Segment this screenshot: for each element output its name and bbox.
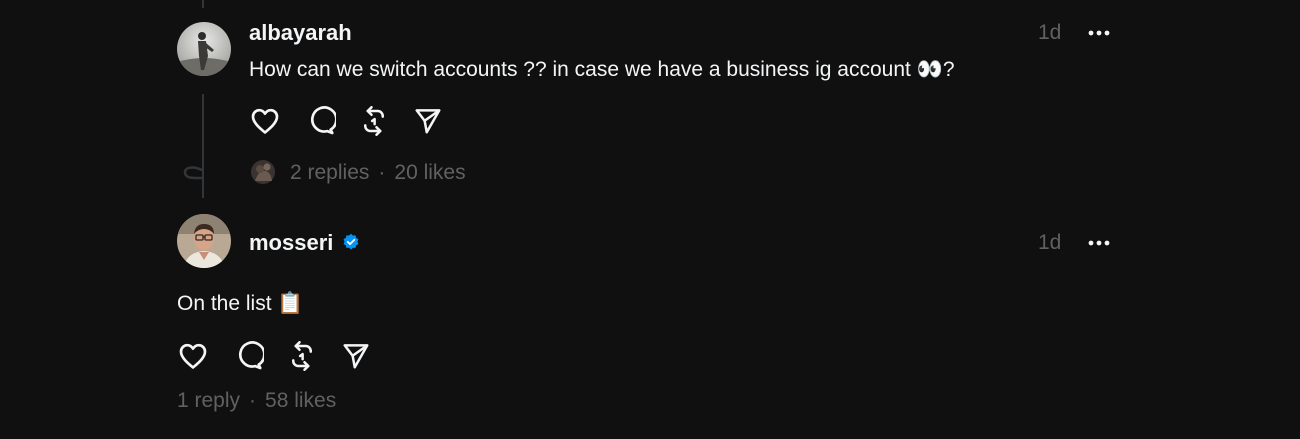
share-button[interactable] <box>338 338 374 374</box>
thread-line-top <box>202 0 204 8</box>
replies-count[interactable]: 1 reply <box>177 389 240 412</box>
separator: · <box>249 389 257 412</box>
repost-icon <box>364 106 384 136</box>
send-icon <box>343 344 369 369</box>
avatar-image <box>177 22 231 76</box>
repost-button[interactable] <box>356 103 392 139</box>
post-text: How can we switch accounts ?? in case we… <box>249 58 955 81</box>
avatar[interactable] <box>177 214 231 268</box>
post-stats: 2 replies · 20 likes <box>290 161 466 185</box>
comment-icon <box>311 106 336 135</box>
repost-button[interactable] <box>284 338 320 374</box>
send-icon <box>415 109 441 134</box>
reply-button[interactable] <box>230 338 266 374</box>
heart-icon <box>251 108 279 134</box>
comment-icon <box>239 341 264 370</box>
thread-reply-loop <box>183 166 203 180</box>
replies-count[interactable]: 2 replies <box>290 161 369 184</box>
reply-avatars <box>251 160 275 184</box>
verified-badge-icon <box>343 233 359 250</box>
repost-icon <box>292 341 312 371</box>
avatar-image <box>177 214 231 268</box>
post-stats: 1 reply · 58 likes <box>177 389 336 413</box>
share-button[interactable] <box>410 103 446 139</box>
like-button[interactable] <box>247 103 283 139</box>
post-text: On the list 📋 <box>177 292 304 315</box>
more-icon[interactable] <box>1087 239 1111 247</box>
timestamp: 1d <box>1038 21 1062 44</box>
heart-icon <box>179 343 207 369</box>
thread-line <box>202 94 204 198</box>
like-button[interactable] <box>175 338 211 374</box>
username[interactable]: albayarah <box>249 20 352 46</box>
timestamp: 1d <box>1038 231 1062 254</box>
avatar[interactable] <box>177 22 231 76</box>
separator: · <box>378 161 386 184</box>
username[interactable]: mosseri <box>249 230 333 256</box>
likes-count[interactable]: 58 likes <box>265 389 336 412</box>
reply-button[interactable] <box>302 103 338 139</box>
likes-count[interactable]: 20 likes <box>394 161 465 184</box>
more-icon[interactable] <box>1087 29 1111 37</box>
